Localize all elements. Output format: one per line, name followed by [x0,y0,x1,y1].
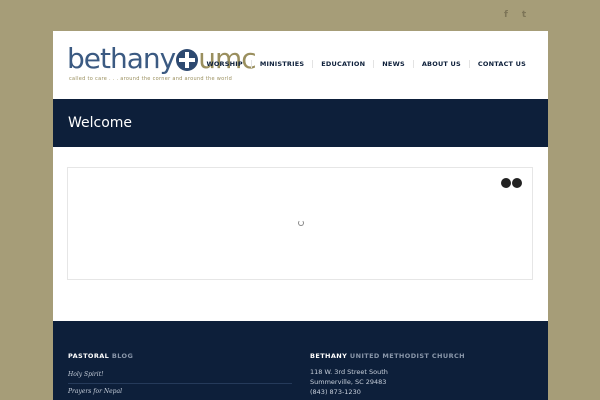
footer-church-heading-light: UNITED METHODIST CHURCH [349,352,465,360]
footer-blog-column: PASTORAL BLOG Holy Spirit! Prayers for N… [68,352,292,400]
church-address-line: Summerville, SC 29483 [310,378,387,386]
logo-part-umc: umc [198,42,256,75]
loading-spinner-icon [298,220,304,226]
twitter-icon[interactable]: t [520,10,528,20]
page-title-banner: Welcome [53,99,548,147]
site-footer: PASTORAL BLOG Holy Spirit! Prayers for N… [53,321,548,400]
footer-blog-heading-strong: PASTORAL [68,352,110,360]
footer-blog-heading-light: BLOG [111,352,134,360]
blog-post-link[interactable]: Holy Spirit! [68,367,292,384]
church-address-line: 118 W. 3rd Street South [310,368,388,376]
church-phone[interactable]: (843) 873-1230 [310,387,534,397]
footer-church-column: BETHANY UNITED METHODIST CHURCH 118 W. 3… [310,352,534,397]
slider-dot[interactable] [512,178,522,188]
page-container: bethany umc called to care . . . around … [53,31,548,400]
logo-part-bethany: bethany [67,42,176,75]
site-header: bethany umc called to care . . . around … [53,31,548,99]
footer-church-heading: BETHANY UNITED METHODIST CHURCH [310,352,534,360]
nav-worship[interactable]: WORSHIP [198,60,250,68]
slider-pager [501,178,522,188]
nav-news[interactable]: NEWS [373,60,413,68]
nav-education[interactable]: EDUCATION [312,60,373,68]
main-nav: WORSHIP MINISTRIES EDUCATION NEWS ABOUT … [198,60,534,68]
nav-ministries[interactable]: MINISTRIES [250,60,312,68]
nav-about-us[interactable]: ABOUT US [412,60,469,68]
facebook-icon[interactable]: f [502,10,510,20]
blog-post-link[interactable]: Prayers for Nepal [68,384,292,400]
footer-church-heading-strong: BETHANY [310,352,348,360]
cross-icon [176,49,199,71]
slider-dot[interactable] [501,178,511,188]
page-title: Welcome [68,115,133,131]
footer-blog-heading: PASTORAL BLOG [68,352,292,360]
logo-tagline: called to care . . . around the corner a… [69,76,233,82]
nav-contact-us[interactable]: CONTACT US [468,60,534,68]
slider-area [67,167,533,280]
logo-wordmark: bethany umc [67,42,257,75]
social-links: f t [502,10,528,20]
